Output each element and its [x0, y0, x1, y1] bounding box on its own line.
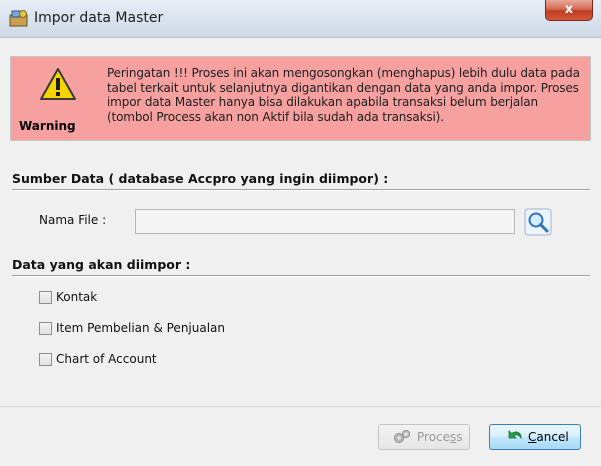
file-name-input[interactable] [135, 209, 515, 234]
process-button[interactable]: Process [378, 424, 470, 450]
warning-panel: Warning Peringatan !!! Proses ini akan m… [10, 56, 591, 141]
import-dialog: Impor data Master x Warning Peringatan !… [0, 0, 601, 466]
footer-divider [0, 406, 601, 407]
item-pembelian-penjualan-checkbox[interactable] [39, 322, 52, 335]
kontak-checkbox[interactable] [39, 291, 52, 304]
warning-label: Warning [19, 119, 76, 133]
source-section-title: Sumber Data ( database Accpro yang ingin… [12, 171, 389, 186]
chart-of-account-checkbox[interactable] [39, 353, 52, 366]
cancel-label: Cancel [528, 430, 569, 444]
app-icon [9, 10, 28, 27]
import-section-title: Data yang akan diimpor : [12, 257, 191, 272]
item-pembelian-penjualan-label: Item Pembelian & Penjualan [56, 321, 226, 335]
window-title: Impor data Master [34, 10, 164, 26]
chart-of-account-label: Chart of Account [56, 352, 157, 366]
source-divider [12, 189, 590, 191]
magnifier-icon[interactable] [524, 208, 552, 236]
gears-icon [394, 430, 410, 443]
import-divider [12, 275, 590, 277]
title-bar[interactable]: Impor data Master x [0, 0, 601, 38]
warning-icon [40, 68, 76, 100]
close-icon: x [564, 2, 574, 17]
kontak-label: Kontak [56, 290, 98, 304]
process-label: Process [417, 430, 463, 444]
undo-arrow-icon [508, 430, 522, 440]
warning-message: Peringatan !!! Proses ini akan mengosong… [107, 66, 580, 124]
close-button[interactable]: x [545, 0, 593, 21]
file-name-label: Nama File : [39, 213, 107, 227]
cancel-button[interactable]: Cancel [489, 424, 581, 450]
